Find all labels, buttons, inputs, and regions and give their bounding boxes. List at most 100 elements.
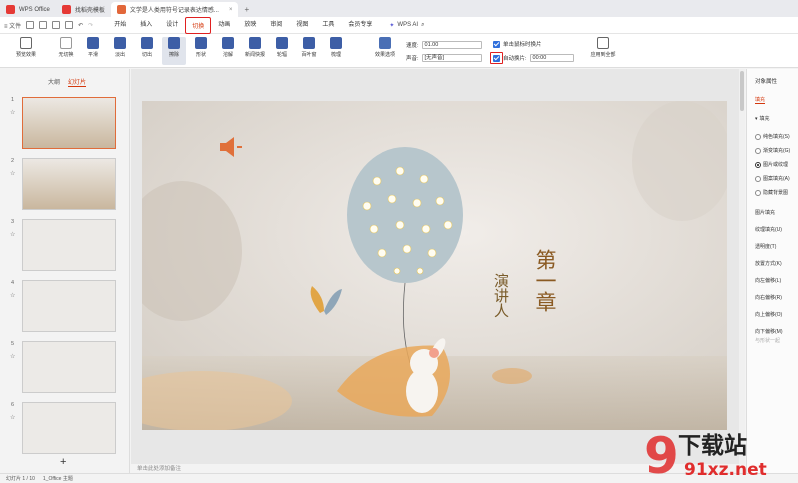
transition-icon [195,37,207,49]
fill-property[interactable]: 向下偏移(M) [755,328,783,335]
slide-thumbnail-row[interactable]: 2 ☆ [0,158,125,212]
effect-options-button[interactable]: 效果选项 [370,37,400,65]
preview-icon[interactable] [52,21,61,29]
effect-options-label: 效果选项 [374,52,395,58]
title-bar: WPS Office 找稻壳模板 文学是人类用符号记录表达情感... × + [0,0,798,17]
speed-input[interactable]: 01.00 [421,41,482,49]
star-icon[interactable]: ☆ [10,109,15,116]
slide-thumbnail-row[interactable]: 6 ☆ [0,402,125,456]
fill-option[interactable]: 渐变填充(G) [755,147,790,154]
redo-icon[interactable]: ↷ [88,22,93,29]
new-tab-button[interactable]: + [238,2,255,17]
radio-button[interactable] [755,161,761,168]
fill-property[interactable]: 向上偏移(O) [755,311,782,318]
transition-effect-button[interactable]: 百叶窗 [297,37,321,65]
tab-fill[interactable]: 填充 [755,96,766,104]
tab-wps-office[interactable]: WPS Office [0,2,56,17]
fill-option-label: 纯色填充(S) [763,134,790,140]
menu-item[interactable]: 插入 [133,17,159,34]
fill-property[interactable]: 图片填充 [755,209,775,216]
transition-effect-button[interactable]: 新闻快报 [243,37,267,65]
slide-thumbnail-row[interactable]: 5 ☆ [0,341,125,395]
tab-document[interactable]: 文学是人类用符号记录表达情感... × [110,2,239,17]
auto-advance-input[interactable]: 00:00 [529,54,574,62]
slide-title[interactable]: 第一章 [533,249,557,312]
menu-item[interactable]: 审阅 [263,17,289,34]
scrollbar-thumb[interactable] [740,71,744,111]
close-icon[interactable]: × [229,7,233,13]
star-icon[interactable]: ☆ [10,170,15,177]
slide-thumbnail-row[interactable]: 4 ☆ [0,280,125,334]
radio-button[interactable] [755,175,761,182]
add-slide-button[interactable]: + [60,456,66,468]
transition-label: 形状 [195,52,206,58]
current-slide[interactable]: 演讲人 第一章 [142,101,727,430]
fill-property[interactable]: 纹理填充(U) [755,226,782,233]
transition-effect-button[interactable]: 无切换 [54,37,78,65]
slide-thumbnail[interactable] [22,158,116,210]
menu-item[interactable]: 动画 [211,17,237,34]
menu-item[interactable]: 视图 [289,17,315,34]
apply-all-button[interactable]: 应用到全部 [585,37,621,65]
vertical-scrollbar[interactable] [739,69,745,464]
tab-outline[interactable]: 大纲 [48,77,60,87]
rotate-with-shape-option[interactable]: 与形状一起 [755,337,780,344]
transition-effect-button[interactable]: 擦除 [162,37,186,65]
menu-item[interactable]: 切换 [185,16,212,34]
slide-thumbnail[interactable] [22,97,116,149]
fill-property[interactable]: 放置方式(K) [755,260,782,267]
file-menu[interactable]: ≡ 文件 [4,21,21,30]
star-icon[interactable]: ☆ [10,292,15,299]
slide-thumbnail[interactable] [22,341,116,393]
menu-item[interactable]: 设计 [159,17,185,34]
slide-subtitle[interactable]: 演讲人 [492,273,510,318]
transition-icon [330,37,342,49]
fill-property[interactable]: 透明度(T) [755,243,776,250]
transition-effect-button[interactable]: 平滑 [81,37,105,65]
fill-section-header[interactable]: ▾ 填充 [755,115,770,123]
fill-option[interactable]: 图案填充(A) [755,175,790,182]
transition-effect-button[interactable]: 轮辐 [270,37,294,65]
sound-select[interactable]: [无声音] [421,54,482,62]
fill-option[interactable]: 纯色填充(S) [755,133,790,140]
slide-thumbnail[interactable] [22,219,116,271]
star-icon[interactable]: ☆ [10,414,15,421]
star-icon[interactable]: ☆ [10,353,15,360]
tab-slides[interactable]: 幻灯片 [68,77,87,87]
fill-property[interactable]: 向左偏移(L) [755,277,781,284]
print-icon[interactable] [39,21,48,29]
preview-label: 预览效果 [15,52,36,58]
search-icon[interactable]: ⌕ [421,22,424,29]
slide-thumbnail[interactable] [22,280,116,332]
undo-icon[interactable]: ↶ [78,22,83,29]
radio-button[interactable] [755,147,761,154]
export-icon[interactable] [65,21,74,29]
preview-effect-button[interactable]: 预览效果 [14,37,38,65]
slide-thumbnail[interactable] [22,402,116,454]
ai-icon: ✦ [389,22,395,29]
fill-property[interactable]: 向右偏移(R) [755,294,782,301]
radio-button[interactable] [755,133,761,140]
slide-thumbnail-row[interactable]: 1 ☆ [0,97,125,151]
transition-effect-button[interactable]: 切出 [135,37,159,65]
fill-option[interactable]: 图片或纹理 [755,161,788,168]
tab-template[interactable]: 找稻壳模板 [56,2,111,17]
transition-effect-button[interactable]: 梳理 [324,37,348,65]
radio-button[interactable] [755,189,761,196]
properties-panel: 对象属性 填充 ▾ 填充 纯色填充(S) 渐变填充(G) 图片或纹理 图案填充(A) 隐… [746,69,798,473]
menu-item[interactable]: 会员专享 [341,17,379,34]
star-icon[interactable]: ☆ [10,231,15,238]
collapse-icon: ▾ [755,115,758,122]
fill-option[interactable]: 隐藏背景图 [755,189,788,196]
menu-item[interactable]: 放映 [237,17,263,34]
slide-thumbnail-row[interactable]: 3 ☆ [0,219,125,273]
menu-item[interactable]: 工具 [315,17,341,34]
transition-effect-button[interactable]: 形状 [189,37,213,65]
wps-ai-button[interactable]: ✦ WPS AI ⌕ [389,22,424,29]
on-click-checkbox[interactable] [493,40,500,48]
transition-effect-button[interactable]: 溶解 [216,37,240,65]
save-icon[interactable] [26,21,35,29]
page-indicator: 幻灯片 1 / 10 [6,476,35,482]
transition-effect-button[interactable]: 淡出 [108,37,132,65]
menu-item[interactable]: 开始 [107,17,133,34]
